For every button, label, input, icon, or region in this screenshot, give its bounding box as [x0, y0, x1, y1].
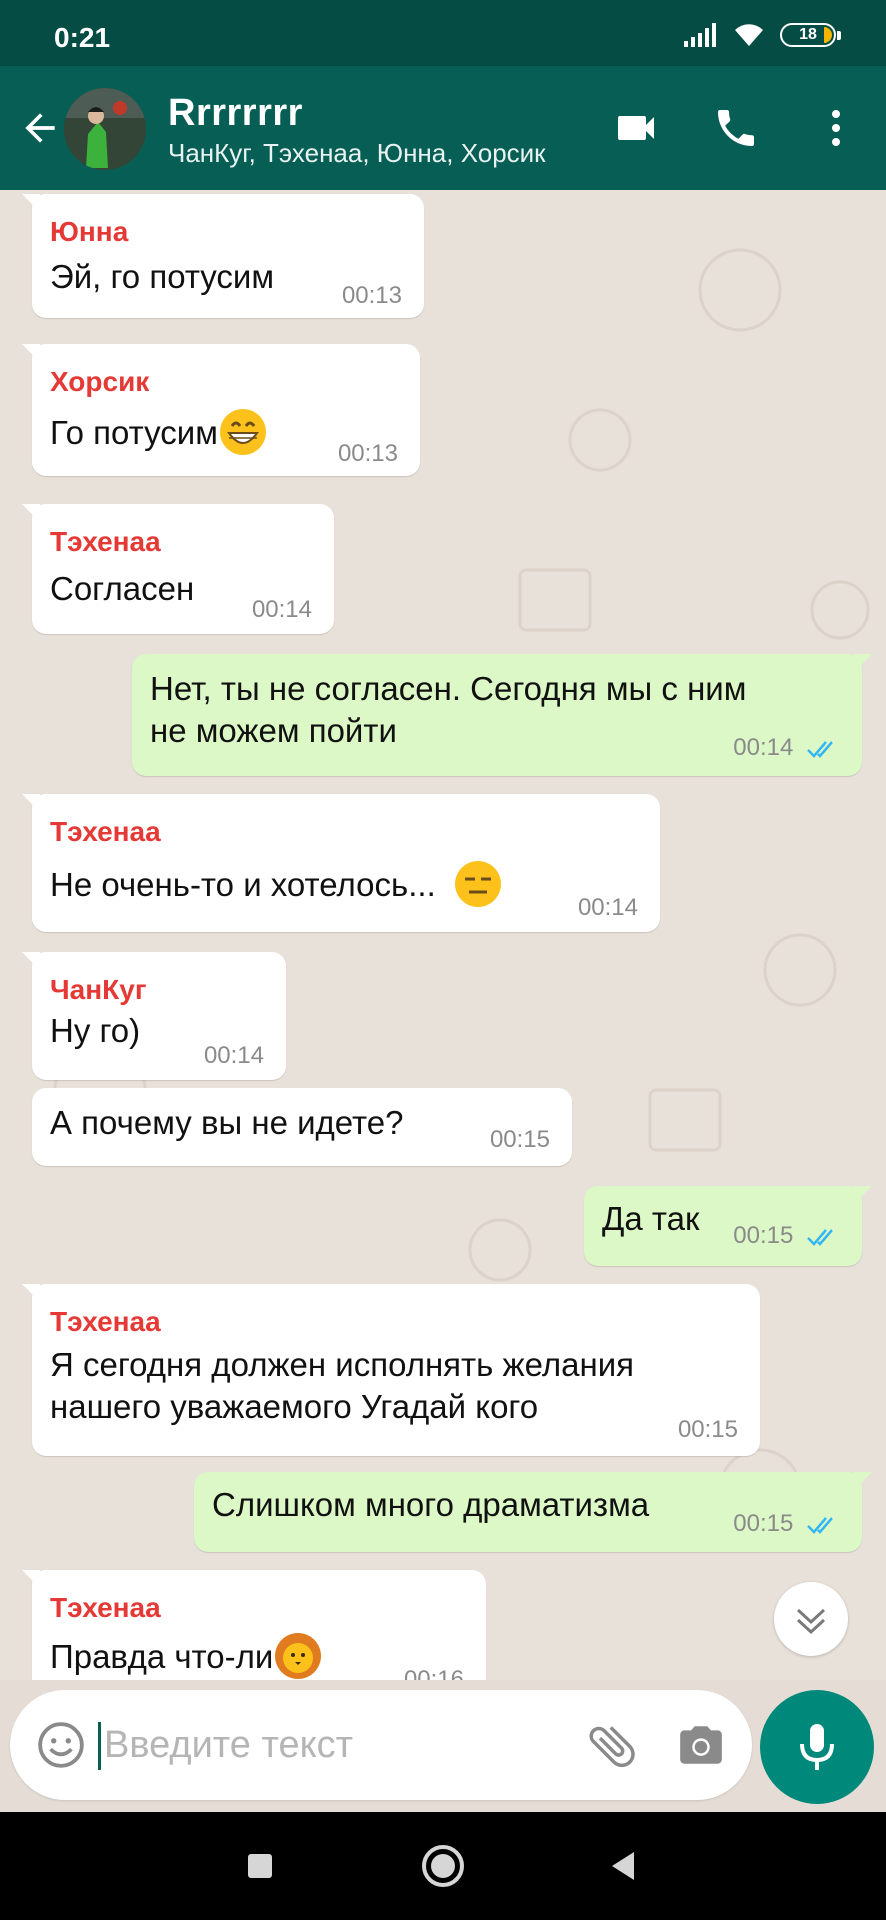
- message-text-row: Не очень-то и хотелось...: [50, 861, 503, 909]
- message-bubble[interactable]: Тэхенаа Я сегодня должен исполнять желан…: [22, 1284, 760, 1456]
- message-time: 00:14: [203, 1042, 264, 1069]
- message-bubble[interactable]: Юнна Эй, го потусим 00:13: [22, 194, 424, 318]
- nav-back-icon[interactable]: [604, 1846, 644, 1886]
- message-text: А почему вы не идете?: [50, 1104, 404, 1141]
- message-time-row: 00:14: [733, 734, 840, 762]
- message-bubble[interactable]: Тэхенаа Согласен 00:14: [22, 504, 334, 634]
- system-nav-bar: [0, 1812, 886, 1920]
- mic-button[interactable]: [760, 1690, 874, 1804]
- message-time: 00:14: [251, 596, 312, 623]
- message-text: Слишком много драматизма: [212, 1486, 650, 1523]
- message-time: 00:15: [489, 1126, 550, 1153]
- read-ticks-icon: [807, 740, 833, 758]
- message-sender: Тэхенаа: [50, 1592, 161, 1623]
- camera-icon[interactable]: [674, 1720, 728, 1770]
- nav-home-icon[interactable]: [419, 1842, 467, 1890]
- message-bubble-outgoing[interactable]: Да так 00:15: [584, 1186, 872, 1266]
- message-input[interactable]: Введите текст: [104, 1724, 353, 1767]
- message-text: Правда что-ли: [50, 1638, 274, 1675]
- message-sender: Тэхенаа: [50, 1306, 161, 1337]
- message-time-row: 00:15: [733, 1222, 840, 1250]
- message-text: Согласен: [50, 570, 195, 607]
- nav-recents-icon[interactable]: [240, 1846, 280, 1886]
- attach-icon[interactable]: [584, 1718, 640, 1774]
- battery-icon: 18: [780, 23, 841, 47]
- mic-icon: [800, 1724, 834, 1770]
- message-time: 00:15: [733, 1510, 794, 1537]
- message-bubble[interactable]: Тэхенаа Не очень-то и хотелось... 00:14: [22, 794, 660, 932]
- message-time-row: 00:15: [733, 1510, 840, 1538]
- message-text-line: Нет, ты не согласен. Сегодня мы с ним: [150, 670, 747, 707]
- message-bubble[interactable]: Хорсик Го потусим 00:13: [22, 344, 420, 476]
- message-text-line: не можем пойти: [150, 712, 397, 749]
- chat-title[interactable]: Rrrrrrrr: [168, 92, 303, 135]
- message-text-row: Правда что-ли: [50, 1633, 323, 1680]
- scroll-to-bottom-button[interactable]: [774, 1582, 848, 1656]
- status-icons: 18: [684, 22, 841, 48]
- status-bar: 0:21 18: [0, 0, 886, 66]
- chat-header: Rrrrrrrr ЧанКуг, Тэхенаа, Юнна, Хорсик: [0, 66, 886, 190]
- text-cursor: [98, 1722, 101, 1770]
- read-ticks-icon: [807, 1516, 833, 1534]
- chat-area[interactable]: Юнна Эй, го потусим 00:13 Хорсик Го поту…: [0, 190, 886, 1680]
- message-text: Не очень-то и хотелось...: [50, 866, 436, 903]
- chat-members[interactable]: ЧанКуг, Тэхенаа, Юнна, Хорсик: [168, 138, 546, 169]
- avatar[interactable]: [64, 88, 146, 170]
- message-text: Го потусим: [50, 414, 218, 451]
- message-bubble-outgoing[interactable]: Слишком много драматизма 00:15: [194, 1472, 872, 1552]
- message-input-bar: Введите текст: [10, 1690, 752, 1800]
- phone-icon[interactable]: [712, 104, 760, 152]
- message-text-line: Я сегодня должен исполнять желания: [50, 1346, 634, 1383]
- expressionless-face-emoji-icon: [454, 861, 501, 908]
- read-ticks-icon: [807, 1228, 833, 1246]
- lion-face-emoji-icon: [275, 1633, 322, 1680]
- status-time: 0:21: [54, 22, 111, 53]
- grinning-face-emoji-icon: [219, 409, 266, 456]
- chevron-down-icon: [796, 1608, 826, 1635]
- message-sender: Тэхенаа: [50, 816, 161, 847]
- more-vert-icon[interactable]: [812, 104, 860, 152]
- message-text-row: Го потусим: [50, 409, 268, 457]
- signal-icon: [684, 23, 716, 47]
- message-time: 00:14: [577, 894, 638, 921]
- message-time: 00:13: [337, 440, 398, 467]
- message-sender: Тэхенаа: [50, 526, 161, 557]
- message-text: Да так: [602, 1200, 700, 1237]
- message-bubble[interactable]: Тэхенаа Правда что-ли 00:16: [22, 1570, 486, 1680]
- wifi-icon: [735, 24, 763, 46]
- emoji-icon[interactable]: [36, 1720, 86, 1770]
- message-sender: Юнна: [50, 216, 129, 247]
- message-text-line: нашего уважаемого Угадай кого: [50, 1388, 539, 1425]
- message-time: 00:14: [733, 734, 794, 761]
- battery-level: 18: [799, 26, 817, 43]
- message-bubble-outgoing[interactable]: Нет, ты не согласен. Сегодня мы с ним не…: [132, 654, 872, 776]
- message-text: Ну го): [50, 1012, 141, 1049]
- message-time: 00:15: [677, 1416, 738, 1443]
- message-sender: Хорсик: [50, 366, 150, 397]
- message-time: 00:15: [733, 1222, 794, 1249]
- message-time: 00:16: [403, 1666, 464, 1680]
- video-call-icon[interactable]: [612, 104, 660, 152]
- message-bubble[interactable]: ЧанКуг Ну го) 00:14: [22, 952, 286, 1080]
- message-time: 00:13: [341, 282, 402, 309]
- back-arrow-icon[interactable]: [18, 106, 62, 150]
- message-sender: ЧанКуг: [50, 974, 147, 1005]
- message-text: Эй, го потусим: [50, 258, 275, 295]
- message-bubble[interactable]: А почему вы не идете? 00:15: [32, 1088, 572, 1166]
